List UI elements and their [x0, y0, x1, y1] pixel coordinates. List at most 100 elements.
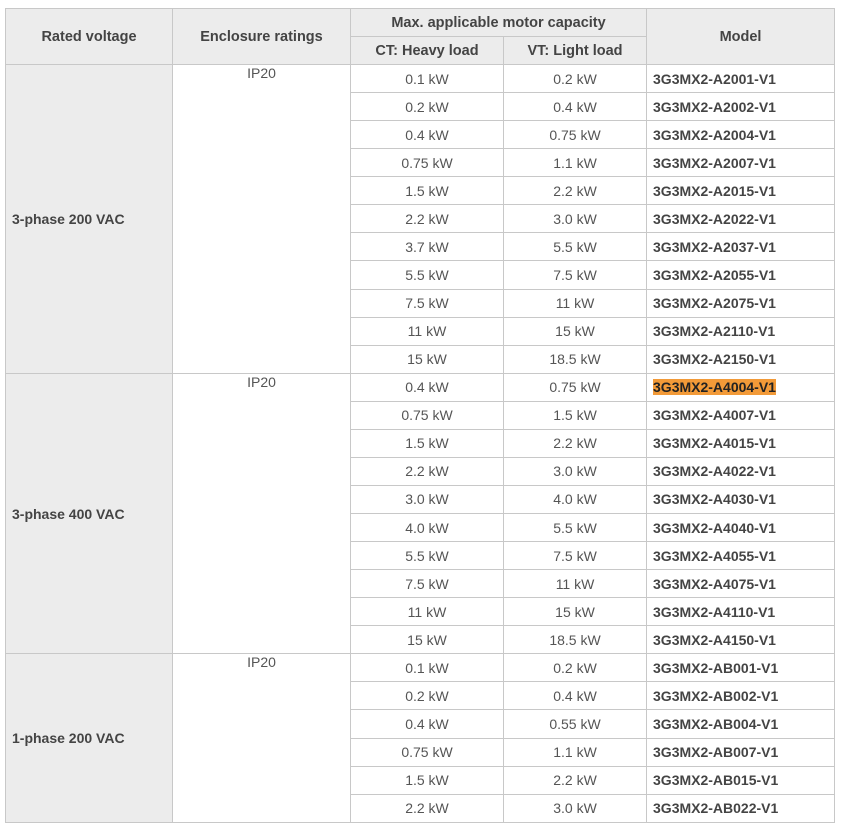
table-row: 3-phase 400 VAC IP20 0.4 kW 0.75 kW 3G3MX2-A…: [5, 372, 836, 655]
vt-capacity-cell: 1.5 kW: [502, 400, 648, 430]
ct-capacity-cell: 2.2 kW: [350, 456, 504, 486]
vt-capacity-cell: 2.2 kW: [502, 765, 648, 795]
ct-capacity-cell: 1.5 kW: [350, 765, 504, 795]
model-cell: 3G3MX2-A2007-V1: [646, 148, 836, 178]
vt-capacity-cell: 2.2 kW: [502, 428, 648, 458]
vt-capacity-cell: 0.4 kW: [502, 92, 648, 122]
model-code: 3G3MX2-A2055-V1: [653, 266, 776, 283]
ct-capacity-cell: 0.75 kW: [350, 400, 504, 430]
model-cell: 3G3MX2-A4015-V1: [646, 428, 836, 458]
model-cell: 3G3MX2-A2001-V1: [646, 63, 836, 94]
model-cell: 3G3MX2-A2150-V1: [646, 344, 836, 374]
model-code: 3G3MX2-A4022-V1: [653, 463, 776, 480]
model-cell: 3G3MX2-AB004-V1: [646, 709, 836, 739]
model-cell: 3G3MX2-A4007-V1: [646, 400, 836, 430]
vt-capacity-cell: 5.5 kW: [502, 512, 648, 543]
ct-capacity-cell: 1.5 kW: [350, 176, 504, 206]
model-code: 3G3MX2-AB004-V1: [653, 715, 779, 732]
model-cell: 3G3MX2-A2055-V1: [646, 260, 836, 290]
model-code: 3G3MX2-A2015-V1: [653, 182, 776, 199]
ct-capacity-cell: 3.0 kW: [350, 484, 504, 515]
vt-capacity-cell: 15 kW: [502, 597, 648, 627]
header-model: Model: [646, 8, 836, 65]
vt-capacity-cell: 4.0 kW: [502, 484, 648, 515]
table-row: 1-phase 200 VAC IP20 0.1 kW 0.2 kW 3G3MX2-AB…: [5, 653, 836, 823]
ct-capacity-cell: 5.5 kW: [350, 260, 504, 290]
model-code: 3G3MX2-A2037-V1: [653, 238, 776, 255]
model-code: 3G3MX2-A4007-V1: [653, 407, 776, 424]
ct-capacity-cell: 0.75 kW: [350, 737, 504, 767]
model-cell: 3G3MX2-A4055-V1: [646, 541, 836, 571]
vt-capacity-cell: 0.75 kW: [502, 120, 648, 150]
header-ct-heavy-load: CT: Heavy load: [350, 36, 504, 65]
model-code: 3G3MX2-A4015-V1: [653, 435, 776, 452]
model-cell: 3G3MX2-AB015-V1: [646, 765, 836, 795]
ct-capacity-cell: 3.7 kW: [350, 232, 504, 262]
model-cell: 3G3MX2-A4004-V1: [646, 372, 836, 402]
model-cell: 3G3MX2-A4110-V1: [646, 597, 836, 627]
model-code: 3G3MX2-AB002-V1: [653, 687, 779, 704]
vt-capacity-cell: 3.0 kW: [502, 204, 648, 234]
model-code: 3G3MX2-A4110-V1: [653, 603, 776, 620]
ct-capacity-cell: 5.5 kW: [350, 541, 504, 571]
vt-capacity-cell: 3.0 kW: [502, 456, 648, 486]
model-cell: 3G3MX2-A2110-V1: [646, 316, 836, 346]
model-code: 3G3MX2-A4040-V1: [653, 519, 776, 536]
vt-capacity-cell: 11 kW: [502, 288, 648, 318]
model-cell: 3G3MX2-A4030-V1: [646, 484, 836, 515]
enclosure-rating-cell: IP20: [172, 64, 351, 374]
model-code: 3G3MX2-A4030-V1: [653, 491, 776, 508]
enclosure-rating-cell: IP20: [172, 653, 351, 823]
vt-capacity-cell: 0.4 kW: [502, 681, 648, 711]
ct-capacity-cell: 15 kW: [350, 625, 504, 655]
model-code: 3G3MX2-A2002-V1: [653, 98, 776, 115]
vt-capacity-cell: 3.0 kW: [502, 793, 648, 824]
ct-capacity-cell: 2.2 kW: [350, 793, 504, 824]
model-code: 3G3MX2-AB001-V1: [653, 659, 779, 676]
model-cell: 3G3MX2-AB022-V1: [646, 793, 836, 824]
header-rated-voltage: Rated voltage: [5, 8, 173, 65]
vt-capacity-cell: 18.5 kW: [502, 344, 648, 374]
model-cell: 3G3MX2-A4075-V1: [646, 569, 836, 599]
model-cell: 3G3MX2-A2037-V1: [646, 232, 836, 262]
model-code: 3G3MX2-AB007-V1: [653, 744, 779, 761]
ct-capacity-cell: 1.5 kW: [350, 428, 504, 458]
ct-capacity-cell: 0.75 kW: [350, 148, 504, 178]
vt-capacity-cell: 2.2 kW: [502, 176, 648, 206]
vt-capacity-cell: 1.1 kW: [502, 148, 648, 178]
model-code: 3G3MX2-A2001-V1: [653, 70, 776, 87]
header-max-capacity: Max. applicable motor capacity: [349, 8, 648, 37]
rated-voltage-cell: 3-phase 200 VAC: [5, 64, 173, 374]
model-code: 3G3MX2-AB015-V1: [653, 772, 779, 789]
rated-voltage-cell: 1-phase 200 VAC: [5, 653, 173, 823]
model-code: 3G3MX2-A2075-V1: [653, 295, 776, 312]
vt-capacity-cell: 1.1 kW: [502, 737, 648, 767]
ct-capacity-cell: 0.2 kW: [350, 681, 504, 711]
vt-capacity-cell: 15 kW: [502, 316, 648, 346]
model-cell: 3G3MX2-AB001-V1: [646, 653, 836, 683]
enclosure-rating-cell: IP20: [172, 372, 351, 655]
spec-table: Rated voltage Enclosure ratings Max. app…: [5, 8, 836, 824]
ct-capacity-cell: 11 kW: [350, 316, 504, 346]
vt-capacity-cell: 0.75 kW: [502, 372, 648, 402]
ct-capacity-cell: 0.1 kW: [350, 63, 504, 94]
ct-capacity-cell: 2.2 kW: [350, 204, 504, 234]
model-cell: 3G3MX2-A4040-V1: [646, 512, 836, 543]
vt-capacity-cell: 0.2 kW: [502, 653, 648, 683]
vt-capacity-cell: 11 kW: [502, 569, 648, 599]
model-cell: 3G3MX2-AB002-V1: [646, 681, 836, 711]
ct-capacity-cell: 0.2 kW: [350, 92, 504, 122]
model-code: 3G3MX2-A2004-V1: [653, 126, 776, 143]
vt-capacity-cell: 0.2 kW: [502, 63, 648, 94]
model-cell: 3G3MX2-A2004-V1: [646, 120, 836, 150]
ct-capacity-cell: 11 kW: [350, 597, 504, 627]
vt-capacity-cell: 18.5 kW: [502, 625, 648, 655]
header-enclosure-ratings: Enclosure ratings: [172, 8, 351, 65]
ct-capacity-cell: 7.5 kW: [350, 288, 504, 318]
model-code: 3G3MX2-A4075-V1: [653, 575, 776, 592]
ct-capacity-cell: 4.0 kW: [350, 512, 504, 543]
vt-capacity-cell: 5.5 kW: [502, 232, 648, 262]
model-cell: 3G3MX2-AB007-V1: [646, 737, 836, 767]
model-cell: 3G3MX2-A4150-V1: [646, 625, 836, 655]
rated-voltage-cell: 3-phase 400 VAC: [5, 372, 173, 655]
